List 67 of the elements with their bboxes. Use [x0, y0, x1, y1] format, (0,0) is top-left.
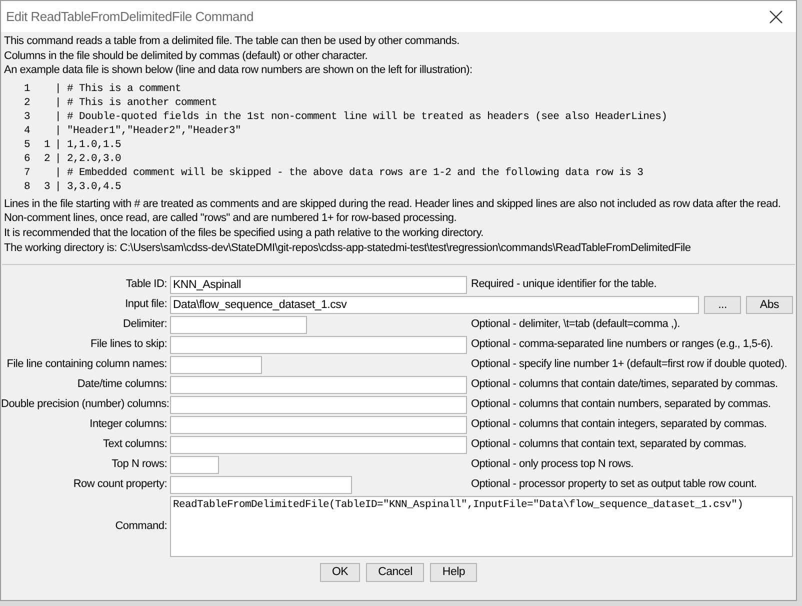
- example-line: | # This is another comment: [55, 96, 218, 110]
- field-hint: Optional - columns that contain integers, separated by commas.: [471, 417, 767, 432]
- field-label: Row count property:: [72, 477, 168, 492]
- field-hint: Optional - specify line number 1+ (default=first row if double quoted).: [471, 357, 788, 372]
- example-line: | "Header1","Header2","Header3": [55, 124, 242, 138]
- field-label: Command:: [114, 519, 168, 534]
- field-hint: Optional - delimiter, \t=tab (default=comma ,).: [471, 317, 680, 332]
- command-field[interactable]: ReadTableFromDelimitedFile(TableID="KNN_Aspinall",InputFile="Data\flow_sequence_dataset_1.csv"): [170, 496, 793, 558]
- field-hint: Required - unique identifier for the table.: [471, 277, 657, 292]
- description-text: Non-comment lines, once read, are called "rows" and are numbered 1+ for row-based processing.: [4, 211, 457, 226]
- example-line: | 2,2.0,3.0: [55, 152, 122, 166]
- example-line: | # This is a comment: [55, 82, 182, 96]
- field-label: Input file:: [124, 297, 168, 312]
- field-hint: Optional - only process top N rows.: [471, 457, 634, 472]
- example-line: | 3,3.0,4.5: [55, 180, 122, 194]
- input-field[interactable]: [170, 316, 307, 334]
- line-number: 8: [22, 180, 30, 194]
- field-hint: Optional - processor property to set as output table row count.: [471, 477, 757, 492]
- description-text: This command reads a table from a delimited file. The table can then be used by other commands.: [4, 34, 460, 49]
- line-number: 4: [22, 124, 30, 138]
- field-hint: Optional - columns that contain text, separated by commas.: [471, 437, 746, 452]
- field-label: File lines to skip:: [89, 337, 168, 352]
- row-number: 2: [44, 152, 50, 166]
- input-field[interactable]: KNN_Aspinall: [170, 276, 467, 294]
- field-label: Table ID:: [124, 277, 168, 292]
- input-field[interactable]: [170, 416, 467, 434]
- line-number: 5: [22, 138, 30, 152]
- input-field[interactable]: [170, 376, 467, 394]
- window-title: Edit ReadTableFromDelimitedFile Command: [6, 8, 254, 26]
- dialog-button[interactable]: Help: [430, 563, 478, 582]
- example-line: | # Embedded comment will be skipped - the above data rows are 1-2 and the following data row is 3: [55, 166, 644, 180]
- input-field[interactable]: [170, 356, 262, 374]
- dialog-button[interactable]: Abs: [746, 296, 793, 314]
- input-field[interactable]: Data\flow_sequence_dataset_1.csv: [170, 296, 700, 314]
- line-number: 6: [22, 152, 30, 166]
- description-text: Columns in the file should be delimited by commas (default) or other character.: [4, 48, 368, 64]
- description-text: The working directory is: C:\Users\sam\cdss-dev\StateDMI\git-repos\cdss-app-statedmi-test\test\regression\commands\ReadTableFromDelimitedFile: [4, 240, 691, 256]
- field-label: Text columns:: [102, 437, 168, 452]
- field-hint: Optional - columns that contain numbers, separated by commas.: [471, 397, 771, 412]
- input-field[interactable]: [170, 476, 352, 494]
- description-text: It is recommended that the location of the files be specified using a path relative to the working directory.: [4, 226, 484, 241]
- input-field[interactable]: [170, 396, 467, 414]
- field-label: Date/time columns:: [76, 377, 168, 392]
- line-number: 3: [22, 110, 30, 124]
- input-field[interactable]: [170, 436, 467, 454]
- field-hint: Optional - columns that contain date/times, separated by commas.: [471, 377, 778, 392]
- close-icon: [769, 10, 783, 24]
- line-number: 1: [22, 82, 30, 96]
- field-label: Double precision (number) columns:: [1, 397, 170, 412]
- field-label: File line containing column names:: [6, 357, 168, 372]
- example-line: | 1,1.0,1.5: [55, 138, 122, 152]
- input-field[interactable]: [170, 456, 219, 474]
- field-hint: Optional - comma-separated line numbers or ranges (e.g., 1,5-6).: [471, 337, 773, 352]
- row-number: 1: [44, 138, 50, 152]
- dialog-button[interactable]: OK: [320, 563, 360, 582]
- line-number: 2: [22, 96, 30, 110]
- input-field[interactable]: [170, 336, 467, 354]
- line-number: 7: [22, 166, 30, 180]
- description-text: Lines in the file starting with # are treated as comments and are skipped during the read. Header lines and skipped lines are also not included as row data after the read.: [4, 196, 781, 212]
- example-line: | # Double-quoted fields in the 1st non-comment line will be treated as headers (see also HeaderLines): [55, 110, 668, 124]
- dialog-button[interactable]: ...: [704, 296, 741, 314]
- field-label: Integer columns:: [88, 417, 168, 432]
- row-number: 3: [44, 180, 50, 194]
- description-text: An example data file is shown below (line and data row numbers are shown on the left for illustration):: [4, 63, 472, 78]
- field-label: Top N rows:: [110, 457, 168, 472]
- field-label: Delimiter:: [122, 317, 168, 332]
- dialog-button[interactable]: Cancel: [366, 563, 424, 582]
